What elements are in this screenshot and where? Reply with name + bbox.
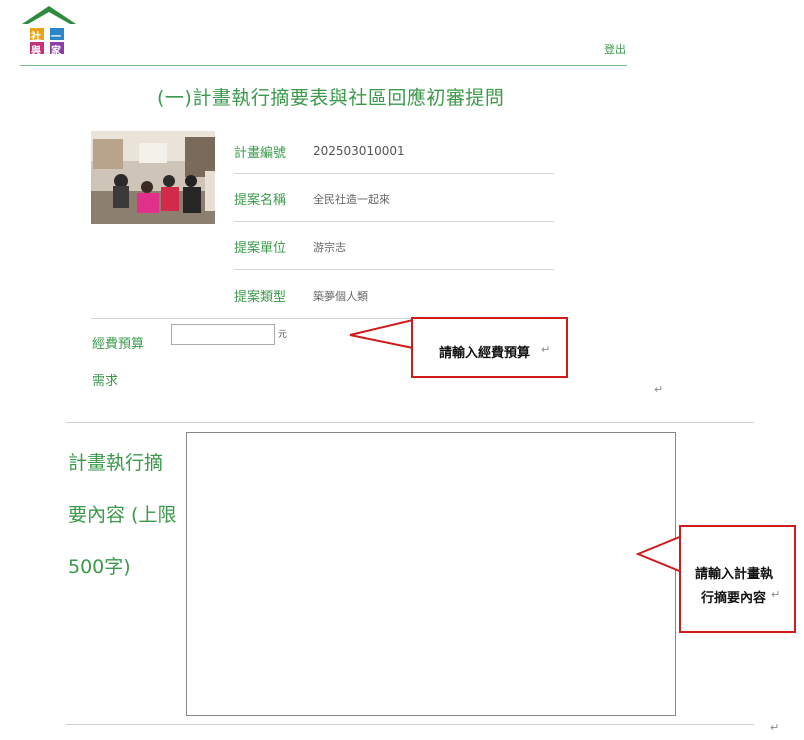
summary-callout-text-cont: 行摘要內容 xyxy=(701,591,767,606)
budget-label-cont: 需求 xyxy=(92,374,119,389)
field-divider xyxy=(234,221,554,222)
field-divider xyxy=(234,269,554,270)
logo-char-4: 家 xyxy=(51,46,61,57)
header-divider xyxy=(20,65,627,66)
field-divider xyxy=(234,173,554,174)
site-logo[interactable]: 社 一 與 家 xyxy=(20,4,78,57)
project-id-value: 202503010001 xyxy=(313,144,405,158)
proposal-name-label: 提案名稱 xyxy=(234,193,287,208)
summary-callout: 請輸入計畫執 行摘要內容 ↵ xyxy=(679,525,796,633)
proposal-type-label: 提案類型 xyxy=(234,290,287,305)
logo-char-1: 社 xyxy=(31,32,41,43)
summary-label-limit: 500字) xyxy=(68,556,131,578)
budget-unit: 元 xyxy=(278,330,288,340)
return-mark: ↵ xyxy=(654,383,664,396)
summary-label: 計畫執行摘 xyxy=(68,452,164,474)
summary-textarea[interactable] xyxy=(186,432,676,716)
page-title: (一)計畫執行摘要表與社區回應初審提問 xyxy=(157,87,505,109)
project-id-label: 計畫編號 xyxy=(234,146,287,161)
logout-link[interactable]: 登出 xyxy=(604,41,626,57)
section-divider xyxy=(66,422,754,423)
return-mark: ↵ xyxy=(770,721,780,734)
budget-callout-text: 請輸入經費預算 xyxy=(439,346,531,361)
return-mark: ↵ xyxy=(541,343,551,356)
project-photo xyxy=(91,131,215,224)
logo-char-3: 與 xyxy=(31,46,41,57)
proposer-label: 提案單位 xyxy=(234,241,287,256)
budget-callout: 請輸入經費預算 ↵ xyxy=(411,317,568,378)
proposer-value: 游宗志 xyxy=(313,241,346,254)
proposal-name-value: 全民社造一起來 xyxy=(313,193,390,206)
budget-label: 經費預算 xyxy=(92,337,145,352)
summary-label-cont: 要內容 (上限 xyxy=(68,504,177,526)
section-divider xyxy=(66,724,754,725)
budget-input[interactable] xyxy=(171,324,275,345)
summary-callout-text: 請輸入計畫執 xyxy=(695,567,774,582)
logo-char-2: 一 xyxy=(51,32,61,43)
return-mark: ↵ xyxy=(771,588,781,601)
proposal-type-value: 築夢個人類 xyxy=(313,290,368,303)
